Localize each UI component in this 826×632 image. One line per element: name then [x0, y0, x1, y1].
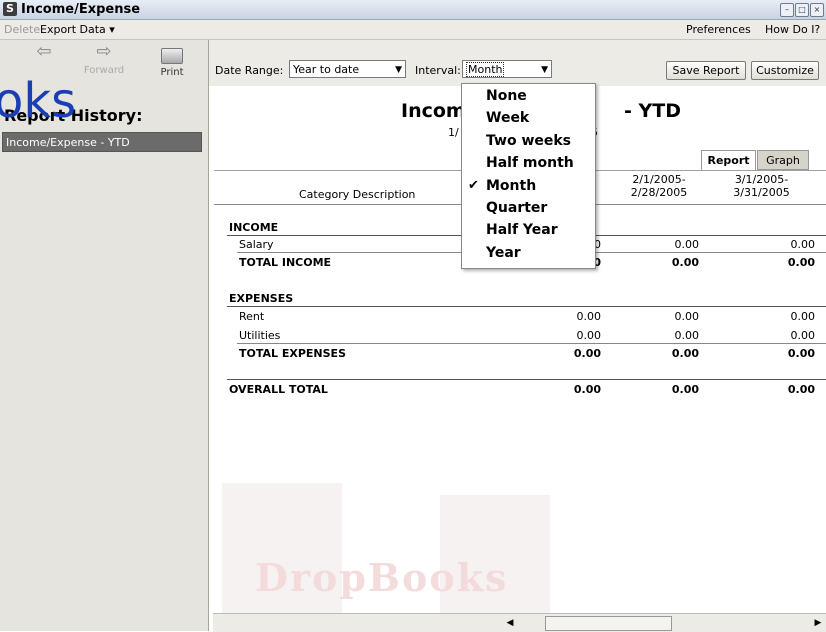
- utilities-value-3: 0.00: [790, 329, 816, 342]
- overall-total-value-3: 0.00: [787, 383, 815, 396]
- history-item[interactable]: Income/Expense - YTD: [2, 132, 202, 152]
- interval-option-half-year[interactable]: Half Year: [486, 222, 558, 238]
- interval-option-quarter[interactable]: Quarter: [486, 200, 547, 216]
- interval-option-none[interactable]: None: [486, 88, 527, 104]
- interval-select[interactable]: Month ▼: [462, 60, 552, 78]
- forward-button[interactable]: ⇨ Forward: [80, 42, 128, 94]
- overall-rule: [227, 379, 826, 380]
- income-heading: INCOME: [229, 221, 279, 234]
- interval-option-two-weeks[interactable]: Two weeks: [486, 133, 571, 149]
- menu-how-do-i[interactable]: How Do I?: [765, 23, 820, 36]
- date-range-label: Date Range:: [215, 64, 284, 77]
- expenses-heading: EXPENSES: [229, 292, 294, 305]
- menu-delete[interactable]: Delete: [4, 23, 40, 36]
- interval-option-half-month[interactable]: Half month: [486, 155, 574, 171]
- report-toolbar: Date Range: Year to date ▼ Interval: Mon…: [209, 40, 826, 86]
- save-report-button[interactable]: Save Report: [666, 61, 746, 80]
- chevron-down-icon: ▼: [395, 65, 402, 75]
- tab-graph[interactable]: Graph: [757, 150, 809, 170]
- rent-value-1: 0.00: [576, 310, 602, 323]
- column-mar-end: 3/31/2005: [733, 186, 790, 199]
- watermark-text: DropBooks: [255, 555, 509, 600]
- forward-label: Forward: [83, 65, 125, 76]
- rent-label: Rent: [239, 310, 265, 323]
- interval-option-year[interactable]: Year: [486, 245, 521, 261]
- maximize-icon[interactable]: □: [795, 3, 809, 17]
- salary-value-2: 0.00: [674, 238, 700, 251]
- total-expenses-value-2: 0.00: [671, 347, 699, 360]
- minimize-icon[interactable]: –: [780, 3, 794, 17]
- rent-value-2: 0.00: [674, 310, 700, 323]
- window-title: Income/Expense: [21, 2, 141, 17]
- total-expenses-value-1: 0.00: [573, 347, 601, 360]
- total-income-value-3: 0.00: [787, 256, 815, 269]
- menu-export-label: Export Data: [40, 23, 106, 36]
- utilities-rule: [237, 343, 826, 344]
- menu-preferences[interactable]: Preferences: [686, 23, 751, 36]
- interval-label: Interval:: [415, 64, 461, 77]
- scroll-thumb[interactable]: [545, 616, 672, 631]
- back-arrow-icon: ⇦: [36, 41, 52, 62]
- report-date-left: 1/: [448, 126, 459, 139]
- report-title-right: - YTD: [624, 100, 681, 122]
- date-range-value: Year to date: [293, 63, 360, 76]
- scroll-right-icon[interactable]: ▶: [811, 616, 825, 630]
- tab-report[interactable]: Report: [701, 150, 756, 170]
- salary-value-3: 0.00: [790, 238, 816, 251]
- printer-icon: [161, 48, 183, 64]
- checkmark-icon: ✔: [468, 178, 479, 193]
- overlay-text: oks: [0, 73, 77, 129]
- report-title-left: Incom: [401, 100, 466, 122]
- interval-dropdown: None Week Two weeks Half month ✔ Month Q…: [461, 83, 596, 269]
- date-range-select[interactable]: Year to date ▼: [289, 60, 406, 78]
- interval-option-week[interactable]: Week: [486, 110, 529, 126]
- interval-value: Month: [466, 62, 505, 77]
- column-feb-end: 2/28/2005: [630, 186, 688, 199]
- print-label: Print: [160, 67, 184, 78]
- customize-button[interactable]: Customize: [751, 61, 819, 80]
- overall-total-value-2: 0.00: [671, 383, 699, 396]
- column-category: Category Description: [299, 188, 416, 201]
- overall-total-label: OVERALL TOTAL: [229, 383, 328, 396]
- title-bar: S Income/Expense – □ ×: [0, 0, 826, 20]
- close-icon[interactable]: ×: [810, 3, 824, 17]
- menu-export-data[interactable]: Export Data ▾: [40, 23, 115, 36]
- forward-arrow-icon: ⇨: [96, 41, 112, 62]
- utilities-value-2: 0.00: [674, 329, 700, 342]
- scroll-left-icon[interactable]: ◀: [503, 616, 517, 630]
- total-income-label: TOTAL INCOME: [239, 256, 332, 269]
- total-expenses-value-3: 0.00: [787, 347, 815, 360]
- print-button[interactable]: Print: [148, 42, 196, 94]
- app-icon: S: [3, 2, 17, 16]
- horizontal-scrollbar[interactable]: ◀ ▶: [213, 613, 826, 632]
- utilities-label: Utilities: [239, 329, 281, 342]
- overall-total-value-1: 0.00: [573, 383, 601, 396]
- total-expenses-label: TOTAL EXPENSES: [239, 347, 346, 360]
- expenses-rule: [227, 306, 826, 307]
- utilities-value-1: 0.00: [576, 329, 602, 342]
- interval-option-month[interactable]: Month: [486, 178, 536, 194]
- rent-value-3: 0.00: [790, 310, 816, 323]
- total-income-value-2: 0.00: [671, 256, 699, 269]
- chevron-down-icon: ▾: [109, 23, 115, 36]
- column-feb-start: 2/1/2005-: [632, 173, 686, 186]
- window-controls: – □ ×: [780, 3, 824, 17]
- salary-label: Salary: [239, 238, 274, 251]
- chevron-down-icon: ▼: [541, 65, 548, 75]
- column-mar-start: 3/1/2005-: [734, 173, 789, 186]
- menu-bar: Delete Export Data ▾ Preferences How Do …: [0, 20, 826, 40]
